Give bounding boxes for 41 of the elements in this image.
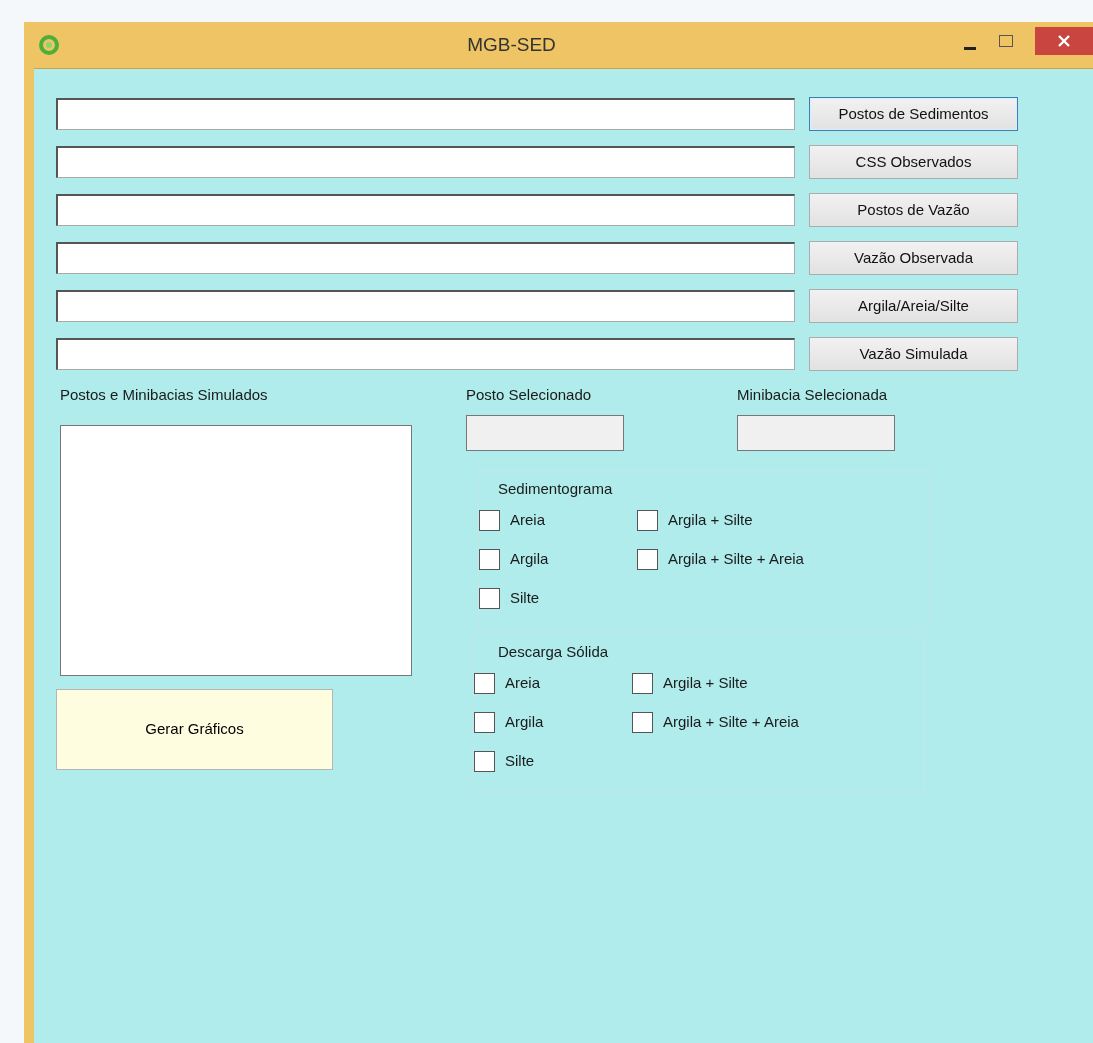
file-button[interactable]: Postos de Sedimentos	[809, 97, 1018, 131]
text-field[interactable]	[56, 98, 795, 130]
group-title: Sedimentograma	[498, 478, 613, 499]
field-label: Minibacia Selecionada	[737, 386, 888, 403]
checkbox[interactable]	[474, 712, 495, 733]
checkbox[interactable]	[479, 509, 500, 531]
checkbox-label: Silte	[510, 587, 540, 608]
checkbox-label: Argila + Silte + Areia	[668, 548, 804, 569]
checkbox-label: Argila + Silte	[663, 673, 748, 694]
window-title: MGB-SED	[466, 32, 557, 57]
checkbox[interactable]	[632, 673, 653, 694]
text-field[interactable]	[56, 290, 795, 322]
checkbox-label: Areia	[505, 673, 541, 694]
group-title: Descarga Sólida	[498, 642, 609, 662]
checkbox[interactable]	[632, 712, 653, 733]
checkbox-label: Areia	[510, 509, 546, 530]
text-field[interactable]	[56, 146, 795, 178]
checkbox[interactable]	[479, 587, 500, 609]
checkbox[interactable]	[637, 548, 658, 570]
close-icon[interactable]	[1035, 27, 1093, 55]
generate-button[interactable]: Gerar Gráficos	[56, 688, 333, 770]
file-button[interactable]: CSS Observados	[809, 145, 1018, 179]
checkbox-label: Argila	[505, 712, 544, 733]
checkbox[interactable]	[479, 548, 500, 570]
text-field[interactable]	[56, 194, 795, 226]
field-label: Posto Selecionado	[466, 386, 592, 403]
checkbox-label: Argila	[510, 548, 549, 569]
maximize-icon[interactable]	[999, 35, 1013, 47]
checkbox-label: Argila + Silte	[668, 509, 753, 530]
file-button[interactable]: Argila/Areia/Silte	[809, 289, 1018, 323]
checkbox[interactable]	[474, 751, 495, 772]
checkbox-label: Argila + Silte + Areia	[663, 712, 799, 733]
checkbox-label: Silte	[505, 751, 535, 772]
checkbox[interactable]	[637, 509, 658, 531]
text-field[interactable]	[56, 338, 795, 370]
list-label: Postos e Minibacias Simulados	[60, 386, 268, 403]
file-button[interactable]: Vazão Simulada	[809, 337, 1018, 371]
file-button[interactable]: Postos de Vazão	[809, 193, 1018, 227]
text-field[interactable]	[56, 242, 795, 274]
file-button[interactable]: Vazão Observada	[809, 241, 1018, 275]
checkbox[interactable]	[474, 673, 495, 694]
